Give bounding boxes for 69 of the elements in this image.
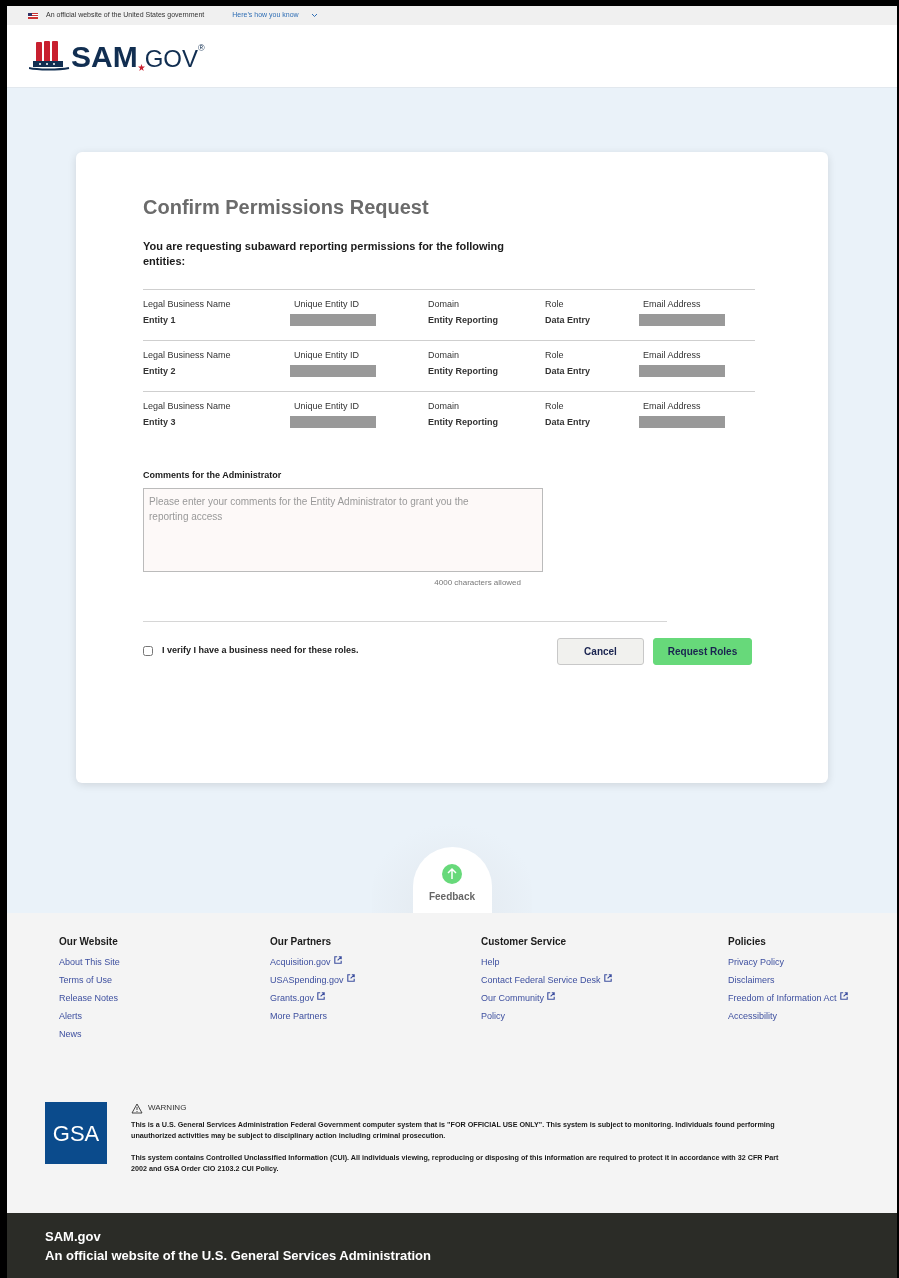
- arrow-up-icon: [442, 864, 462, 884]
- field-label: Domain: [428, 298, 460, 310]
- field-label: Unique Entity ID: [294, 349, 361, 361]
- field-label: Email Address: [643, 349, 702, 361]
- field-label: Domain: [428, 349, 460, 361]
- footer-heading: Our Website: [59, 935, 119, 949]
- field-value: Data Entry: [545, 365, 591, 377]
- field-label: Domain: [428, 400, 460, 412]
- field-label: Unique Entity ID: [294, 400, 361, 412]
- comments-label: Comments for the Administrator: [143, 469, 283, 482]
- footer-link[interactable]: Privacy Policy: [728, 956, 878, 969]
- cancel-button[interactable]: Cancel: [557, 637, 644, 665]
- field-label: Legal Business Name: [143, 349, 232, 361]
- page-title: Confirm Permissions Request: [143, 195, 430, 220]
- verify-label: I verify I have a business need for these roles.: [162, 644, 359, 658]
- warning-title: WARNING: [148, 1102, 187, 1114]
- footer-link[interactable]: Grants.gov: [270, 992, 481, 1005]
- footer-link[interactable]: Alerts: [59, 1010, 270, 1023]
- character-limit-text: 4000 characters allowed: [434, 576, 521, 589]
- field-label: Legal Business Name: [143, 298, 232, 310]
- logo-wordmark: SAM: [71, 42, 138, 72]
- field-value: Entity Reporting: [428, 416, 499, 428]
- footer-link[interactable]: Disclaimers: [728, 974, 878, 987]
- footer-heading: Our Partners: [270, 935, 333, 949]
- feedback-button[interactable]: Feedback: [412, 847, 492, 913]
- field-label: Legal Business Name: [143, 400, 232, 412]
- footer-link[interactable]: More Partners: [270, 1010, 481, 1023]
- intro-text: You are requesting subaward reporting permissions for the following entities:: [143, 239, 505, 269]
- field-value: Data Entry: [545, 314, 591, 326]
- gsa-logo: GSA: [45, 1102, 107, 1164]
- field-value: Entity 1: [143, 314, 177, 326]
- field-label: Role: [545, 349, 565, 361]
- request-roles-button[interactable]: Request Roles: [653, 637, 752, 665]
- field-label: Email Address: [643, 400, 702, 412]
- chevron-down-icon: [310, 13, 318, 18]
- footer-link[interactable]: Freedom of Information Act: [728, 992, 878, 1005]
- footer-link[interactable]: Release Notes: [59, 992, 270, 1005]
- logo-suffix: GOV: [144, 46, 198, 72]
- comments-field[interactable]: Please enter your comments for the Entity Administrator to grant you the reporting access: [143, 487, 543, 572]
- field-value: Entity 2: [143, 365, 177, 377]
- hat-icon: [29, 40, 71, 72]
- agency-tagline: An official website of the U.S. General Services Administration: [45, 1247, 432, 1265]
- footer-link[interactable]: News: [59, 1028, 270, 1041]
- footer-link[interactable]: Accessibility: [728, 1010, 878, 1023]
- footer-link[interactable]: Contact Federal Service Desk: [481, 974, 728, 987]
- field-value: Entity 3: [143, 416, 177, 428]
- field-label: Role: [545, 400, 565, 412]
- footer-link[interactable]: USASpending.gov: [270, 974, 481, 987]
- field-value: Entity Reporting: [428, 314, 499, 326]
- footer-heading: Customer Service: [481, 935, 568, 949]
- warning-icon: [131, 1102, 143, 1114]
- sam-logo[interactable]: SAM GOV®: [29, 40, 205, 72]
- footer-heading: Policies: [728, 935, 767, 949]
- star-icon: [137, 64, 145, 71]
- site-name: SAM.gov: [45, 1228, 102, 1246]
- footer-link[interactable]: Our Community: [481, 992, 728, 1005]
- verify-checkbox[interactable]: [143, 646, 153, 656]
- field-value: Entity Reporting: [428, 365, 499, 377]
- footer-link[interactable]: Help: [481, 956, 728, 969]
- footer-link[interactable]: Acquisition.gov: [270, 956, 481, 969]
- registered-mark: ®: [198, 42, 205, 53]
- footer-link[interactable]: Policy: [481, 1010, 728, 1023]
- field-label: Role: [545, 298, 565, 310]
- footer-link[interactable]: About This Site: [59, 956, 270, 969]
- field-label: Unique Entity ID: [294, 298, 361, 310]
- flag-icon: [28, 12, 38, 19]
- field-label: Email Address: [643, 298, 702, 310]
- field-value: Data Entry: [545, 416, 591, 428]
- footer-link[interactable]: Terms of Use: [59, 974, 270, 987]
